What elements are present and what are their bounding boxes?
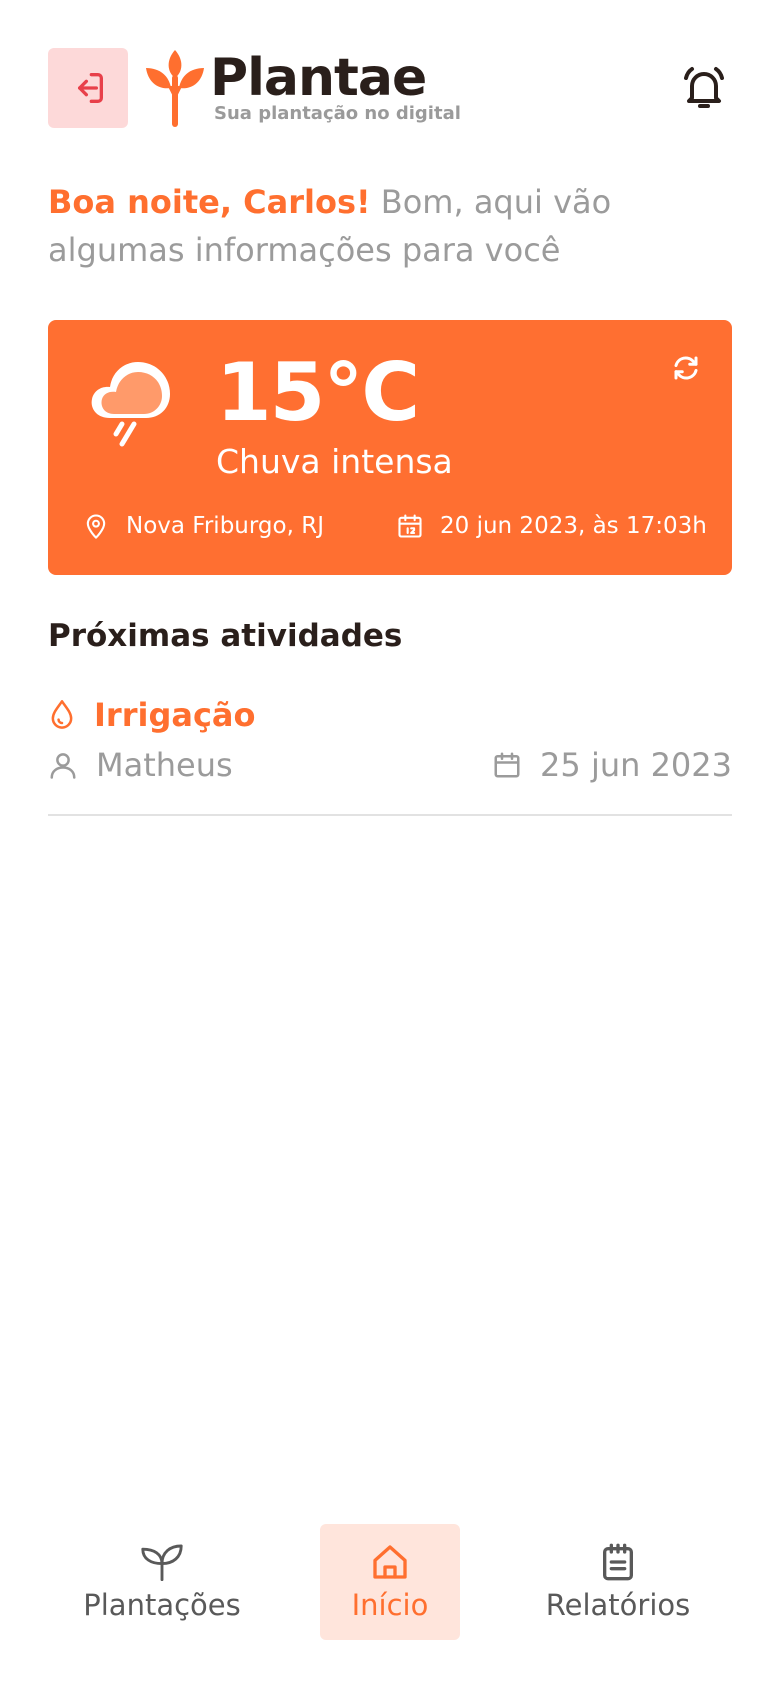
- bell-icon: [684, 67, 724, 108]
- home-icon: [373, 1545, 407, 1579]
- nav-item-plantacoes[interactable]: Plantações: [82, 1524, 242, 1640]
- logout-button[interactable]: [48, 48, 128, 128]
- nav-label-plantacoes: Plantações: [83, 1588, 241, 1622]
- activity-date: 25 jun 2023: [540, 746, 732, 784]
- greeting-hello: Boa noite, Carlos!: [48, 183, 371, 221]
- logo-tagline: Sua plantação no digital: [214, 103, 461, 124]
- logout-icon: [78, 73, 104, 104]
- weather-condition: Chuva intensa: [216, 442, 453, 481]
- weather-card: 15°C Chuva intensa Nova Friburgo, RJ 20 …: [48, 320, 732, 575]
- logo-title: Plantae: [210, 48, 427, 108]
- nav-label-relatorios: Relatórios: [545, 1588, 691, 1622]
- user-icon: [50, 753, 76, 779]
- nav-label-inicio: Início: [351, 1588, 429, 1622]
- activity-item[interactable]: Irrigação Matheus 25 jun 2023: [48, 696, 732, 816]
- refresh-button[interactable]: [666, 348, 706, 388]
- section-title-next-activities: Próximas atividades: [48, 618, 403, 654]
- nav-item-inicio[interactable]: Início: [320, 1524, 460, 1640]
- temperature: 15°C: [216, 346, 420, 439]
- clipboard-icon: [603, 1543, 633, 1581]
- calendar-icon: [398, 514, 422, 538]
- plant-logo-icon: [146, 50, 204, 127]
- header: Plantae Sua plantação no digital: [48, 48, 732, 128]
- datetime-text: 20 jun 2023, às 17:03h: [440, 513, 707, 539]
- map-pin-icon: [86, 514, 106, 539]
- weather-location: Nova Friburgo, RJ: [82, 512, 324, 540]
- weather-datetime: 20 jun 2023, às 17:03h: [396, 512, 707, 540]
- notifications-button[interactable]: [676, 60, 732, 116]
- bottom-navigation: Plantações Início Relatórios: [0, 1520, 780, 1650]
- sprout-icon: [141, 1544, 183, 1582]
- location-text: Nova Friburgo, RJ: [126, 513, 324, 539]
- calendar-icon: [494, 752, 520, 778]
- logo: Plantae Sua plantação no digital: [144, 48, 461, 128]
- activity-title: Irrigação: [94, 696, 256, 734]
- refresh-icon: [674, 356, 698, 380]
- nav-item-relatorios[interactable]: Relatórios: [538, 1524, 698, 1640]
- water-drop-icon: [51, 700, 73, 729]
- activity-user: Matheus: [96, 746, 233, 784]
- greeting-text: Boa noite, Carlos! Bom, aqui vão algumas…: [48, 178, 738, 274]
- rain-cloud-icon: [91, 362, 170, 447]
